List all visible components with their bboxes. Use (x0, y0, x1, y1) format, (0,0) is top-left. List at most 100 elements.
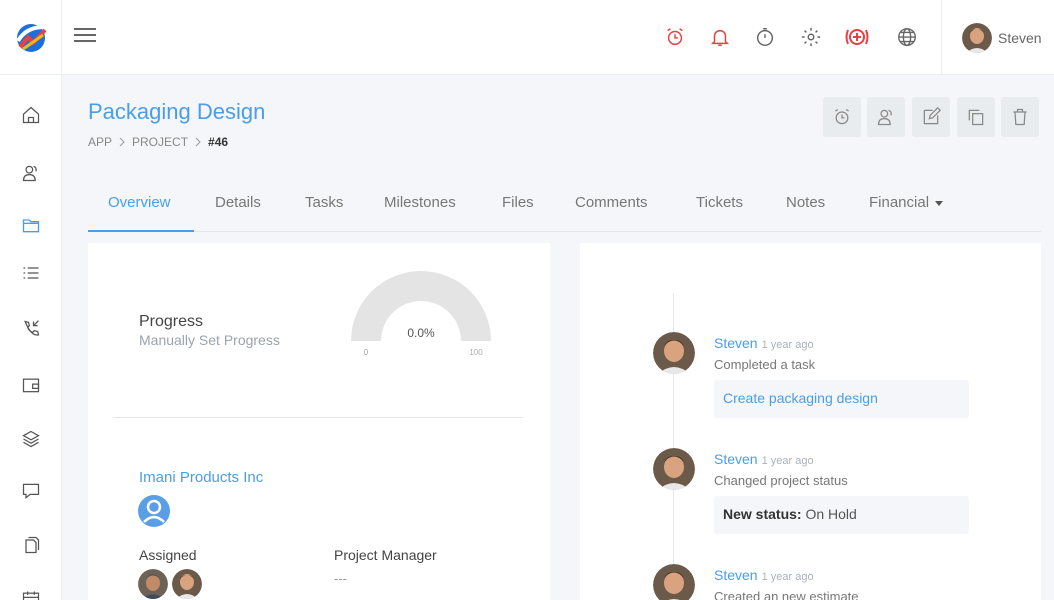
sidebar-item-home[interactable] (0, 95, 62, 135)
list-icon (23, 267, 39, 279)
tab-notes[interactable]: Notes (786, 194, 825, 211)
timeline-action: Changed project status (714, 473, 848, 488)
client-avatar-icon (138, 495, 170, 527)
copy-icon (968, 109, 984, 126)
timeline-avatar (653, 448, 695, 490)
menu-toggle-button[interactable] (74, 24, 98, 48)
delete-button[interactable] (1001, 97, 1039, 137)
wallet-icon (22, 378, 40, 393)
timeline-action: Completed a task (714, 357, 816, 372)
assigned-avatars (138, 569, 202, 599)
chevron-right-icon (195, 137, 201, 147)
phone-icon (24, 320, 40, 336)
timeline-entry-author: Steven 1 year ago (714, 451, 814, 467)
layers-icon (22, 430, 40, 448)
gauge-min-label: 0 (364, 348, 369, 357)
timeline-detail-box: New status: On Hold (714, 496, 969, 534)
edit-icon (923, 106, 941, 125)
breadcrumb-app[interactable]: APP (88, 135, 112, 149)
tab-tasks[interactable]: Tasks (305, 194, 343, 211)
sidebar-item-tasks[interactable] (0, 253, 62, 293)
chevron-right-icon (119, 137, 125, 147)
author-name-link[interactable]: Steven (714, 335, 758, 351)
tab-tickets[interactable]: Tickets (696, 194, 743, 211)
timeline-time: 1 year ago (761, 339, 814, 351)
gauge-value: 0.0% (407, 326, 435, 340)
sidebar-item-tickets[interactable] (0, 471, 62, 511)
edit-button[interactable] (912, 97, 950, 137)
section-divider (113, 417, 523, 418)
chat-icon (22, 483, 40, 499)
tab-financial-label: Financial (869, 194, 930, 211)
gear-icon[interactable] (796, 22, 826, 52)
task-link[interactable]: Create packaging design (723, 390, 878, 406)
user-avatar (962, 22, 992, 53)
activity-timeline-panel: Steven 1 year ago Completed a task Create… (580, 243, 1041, 600)
folder-icon (22, 219, 40, 233)
sidebar-item-documents[interactable] (0, 525, 62, 565)
tab-files[interactable]: Files (502, 194, 534, 211)
timer-icon (834, 108, 850, 125)
gauge-max-label: 100 (469, 348, 483, 357)
tab-details[interactable]: Details (215, 194, 261, 211)
assigned-label: Assigned (139, 547, 197, 563)
client-name-link[interactable]: Imani Products Inc (139, 469, 263, 486)
timeline-entry-author: Steven 1 year ago (714, 335, 814, 351)
sidebar-item-products[interactable] (0, 419, 62, 459)
progress-title: Progress (139, 313, 204, 330)
tab-comments[interactable]: Comments (575, 194, 648, 211)
status-value: On Hold (805, 506, 857, 522)
calendar-icon (22, 591, 40, 600)
sidebar-item-projects[interactable] (0, 205, 62, 245)
clone-button[interactable] (957, 97, 995, 137)
assignee-avatar[interactable] (138, 569, 168, 599)
sidebar-item-calendar[interactable] (0, 579, 62, 600)
sidebar (0, 75, 62, 600)
sidebar-item-users[interactable] (0, 153, 62, 193)
status-label: New status: (723, 506, 802, 522)
logo-icon (15, 23, 46, 52)
timeline-avatar (653, 332, 695, 374)
page-title: Packaging Design (88, 99, 266, 124)
timeline-entry-author: Steven 1 year ago (714, 567, 814, 583)
user-menu[interactable]: Steven (941, 0, 1054, 75)
project-manager-label: Project Manager (334, 547, 437, 563)
timeline-action: Created an new estimate (714, 589, 859, 600)
tab-financial-dropdown[interactable]: Financial (869, 194, 944, 211)
author-name-link[interactable]: Steven (714, 451, 758, 467)
app-logo[interactable] (0, 0, 62, 75)
globe-icon[interactable] (892, 22, 922, 52)
tab-overview[interactable]: Overview (108, 194, 171, 211)
project-tabs: Overview Details Tasks Milestones Files … (88, 184, 1041, 232)
timeline-detail-box: Create packaging design (714, 380, 969, 418)
top-navbar: Steven (0, 0, 1054, 75)
timeline-time: 1 year ago (761, 571, 814, 583)
sidebar-item-leads[interactable] (0, 309, 62, 349)
timeline-avatar (653, 564, 695, 600)
breadcrumb-project[interactable]: PROJECT (132, 135, 188, 149)
user-name: Steven (998, 29, 1042, 46)
assign-user-button[interactable] (867, 97, 905, 137)
alarm-clock-icon[interactable] (660, 22, 690, 52)
sidebar-item-sales[interactable] (0, 365, 62, 405)
progress-subtitle: Manually Set Progress (139, 332, 280, 348)
home-icon (22, 106, 40, 124)
documents-icon (25, 536, 40, 554)
caret-down-icon (935, 200, 944, 206)
project-manager-value: --- (334, 571, 347, 586)
stopwatch-icon[interactable] (750, 22, 780, 52)
author-name-link[interactable]: Steven (714, 567, 758, 583)
breadcrumb: APP PROJECT #46 (88, 135, 228, 149)
users-icon (22, 165, 37, 182)
tab-milestones[interactable]: Milestones (384, 194, 456, 211)
bell-icon[interactable] (705, 22, 735, 52)
timer-button[interactable] (823, 97, 861, 137)
assignee-avatar[interactable] (172, 569, 202, 599)
add-circle-icon[interactable] (842, 22, 872, 52)
breadcrumb-project-id: #46 (208, 135, 229, 149)
progress-gauge: 0.0% 0 100 (351, 271, 491, 357)
overview-panel: Progress Manually Set Progress 0.0% 0 10… (88, 243, 550, 600)
assign-user-icon (877, 109, 892, 126)
trash-icon (1013, 108, 1027, 126)
active-tab-indicator (88, 230, 194, 232)
